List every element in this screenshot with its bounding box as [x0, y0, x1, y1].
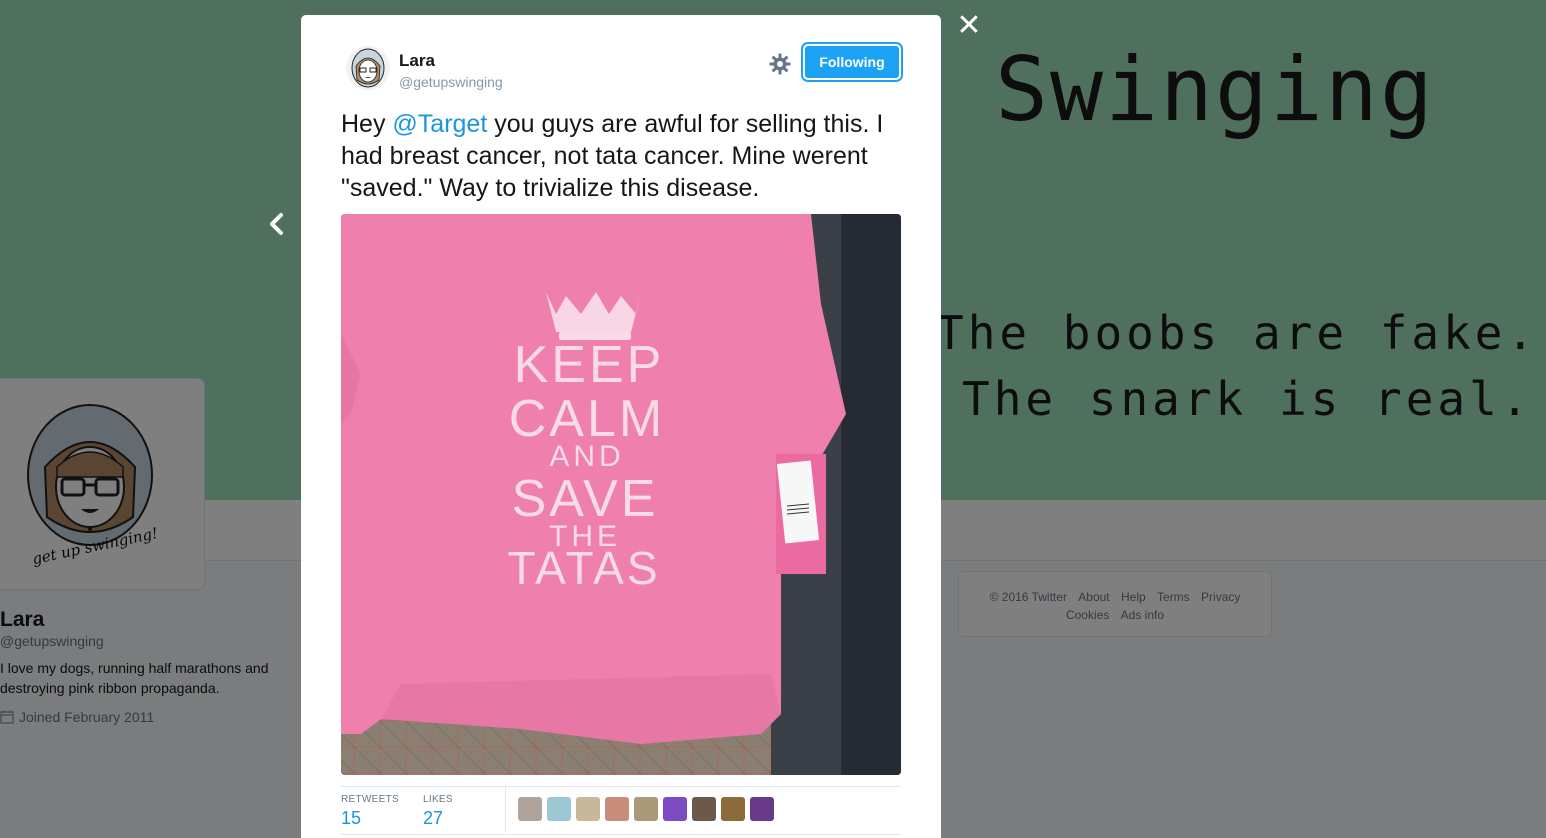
liker-avatar[interactable]	[721, 797, 745, 821]
liker-avatar[interactable]	[692, 797, 716, 821]
shirt-text-keep: KEEP	[514, 336, 665, 394]
shirt-text-and: AND	[549, 440, 624, 473]
shirt-text-tatas: TATAS	[508, 542, 661, 594]
tweet-text: Hey @Target you guys are awful for selli…	[341, 108, 901, 204]
retweets-stat[interactable]: RETWEETS 15	[341, 794, 399, 829]
mention-link[interactable]: @Target	[392, 110, 487, 138]
gear-icon[interactable]	[768, 52, 792, 76]
tweet-avatar[interactable]	[346, 46, 390, 90]
stats-divider	[505, 787, 506, 833]
close-icon[interactable]: ✕	[956, 11, 982, 41]
avatar-image	[351, 48, 385, 88]
likes-label: LIKES	[423, 794, 453, 805]
likes-count: 27	[423, 808, 444, 828]
likes-stat[interactable]: LIKES 27	[423, 794, 453, 829]
liker-avatar[interactable]	[518, 797, 542, 821]
tweet-modal: Lara @getupswinging Following Hey @Targe…	[301, 15, 941, 838]
liker-avatar[interactable]	[663, 797, 687, 821]
tweet-author-handle[interactable]: @getupswinging	[399, 74, 503, 90]
shirt-image: KEEP CALM AND SAVE THE TATAS	[341, 214, 901, 775]
liker-avatar[interactable]	[547, 797, 571, 821]
retweets-count: 15	[341, 808, 362, 828]
liker-avatar[interactable]	[576, 797, 600, 821]
liker-avatars	[518, 797, 774, 821]
tweet-text-pre: Hey	[341, 110, 393, 138]
retweets-label: RETWEETS	[341, 794, 399, 805]
liker-avatar[interactable]	[605, 797, 629, 821]
tweet-photo[interactable]: KEEP CALM AND SAVE THE TATAS	[341, 214, 901, 775]
tweet-author-name[interactable]: Lara	[399, 51, 435, 71]
tweet-stats: RETWEETS 15 LIKES 27	[341, 786, 901, 835]
chevron-left-icon[interactable]	[264, 206, 288, 242]
liker-avatar[interactable]	[750, 797, 774, 821]
following-button[interactable]: Following	[801, 42, 903, 82]
liker-avatar[interactable]	[634, 797, 658, 821]
